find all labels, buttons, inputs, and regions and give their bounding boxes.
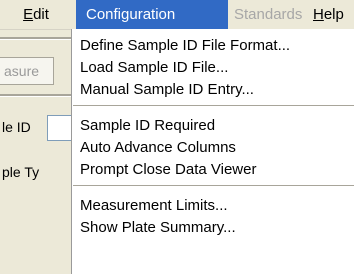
menu-bar: Edit Configuration Standards Help xyxy=(0,0,354,30)
configuration-menu: Define Sample ID File Format... Load Samp… xyxy=(71,29,354,274)
sample-type-label: ple Ty xyxy=(2,164,40,180)
menu-edit-label: dit xyxy=(33,6,49,23)
menu-standards-label: Standards xyxy=(234,6,303,23)
menu-item-manual-sample-id-entry[interactable]: Manual Sample ID Entry... xyxy=(80,78,254,102)
toolbar-divider xyxy=(0,37,72,40)
measure-tab[interactable]: asure xyxy=(0,57,54,85)
menu-item-prompt-close-data-viewer[interactable]: Prompt Close Data Viewer xyxy=(80,158,256,182)
menu-edit-mnemonic: E xyxy=(23,6,34,23)
menu-item-load-sample-id-file[interactable]: Load Sample ID File... xyxy=(80,56,228,80)
menu-configuration[interactable]: Configuration xyxy=(76,0,228,29)
plate-id-input[interactable] xyxy=(47,115,72,141)
menu-item-auto-advance-columns[interactable]: Auto Advance Columns xyxy=(80,136,236,160)
menu-item-sample-id-required[interactable]: Sample ID Required xyxy=(80,114,215,138)
menu-item-show-plate-summary[interactable]: Show Plate Summary... xyxy=(80,216,236,240)
menu-item-define-sample-id-file-format[interactable]: Define Sample ID File Format... xyxy=(80,34,290,58)
menu-separator xyxy=(73,105,354,106)
plate-id-label: le ID xyxy=(2,119,31,135)
section-divider xyxy=(0,94,72,97)
menu-separator xyxy=(73,185,354,186)
menu-help-mnemonic: H xyxy=(313,6,324,23)
measure-tab-label: asure xyxy=(4,63,40,79)
menu-item-measurement-limits[interactable]: Measurement Limits... xyxy=(80,194,228,218)
menu-help[interactable]: Help xyxy=(307,0,350,29)
menu-edit[interactable]: Edit xyxy=(0,0,72,29)
menu-standards: Standards xyxy=(228,0,308,29)
menu-configuration-label: Configuration xyxy=(86,6,176,23)
menu-help-label: elp xyxy=(323,6,344,23)
